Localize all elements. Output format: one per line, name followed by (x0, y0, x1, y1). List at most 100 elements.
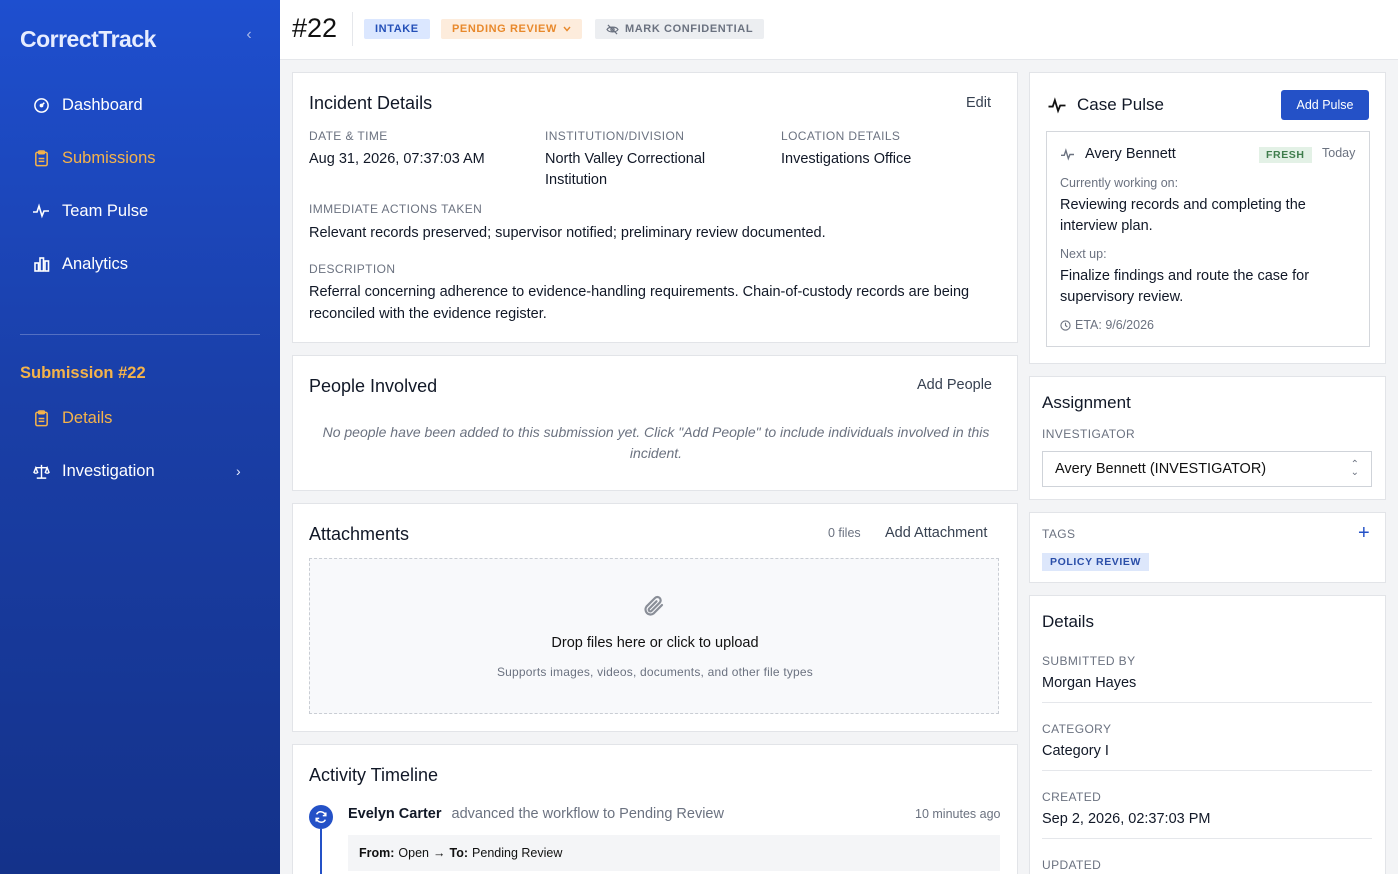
investigator-select[interactable]: Avery Bennett (INVESTIGATOR) ⌃ ⌄ (1042, 451, 1372, 487)
sidebar-item-label: Analytics (62, 254, 129, 273)
working-on-label: Currently working on: (1060, 176, 1179, 190)
immediate-actions-label: IMMEDIATE ACTIONS TAKEN (309, 202, 483, 216)
people-involved-title: People Involved (309, 376, 438, 396)
details-title: Details (1042, 612, 1094, 631)
file-drop-zone[interactable]: Drop files here or click to upload Suppo… (309, 558, 999, 714)
add-people-button[interactable]: Add People (917, 377, 992, 393)
clipboard-icon (32, 409, 50, 427)
sidebar-divider (20, 334, 260, 335)
header-divider (352, 12, 353, 46)
tag-chip[interactable]: POLICY REVIEW (1042, 553, 1150, 571)
description-value: Referral concerning adherence to evidenc… (309, 284, 970, 322)
location-value: Investigations Office (781, 151, 912, 167)
clock-icon (1060, 319, 1071, 331)
assignment-card: Assignment INVESTIGATOR Avery Bennett (I… (1029, 376, 1386, 500)
attachments-title: Attachments (309, 524, 410, 544)
drop-zone-subtitle: Supports images, videos, documents, and … (496, 665, 814, 679)
institution-value: North Valley Correctional Institution (545, 151, 706, 188)
created-value: Sep 2, 2026, 02:37:03 PM (1042, 811, 1211, 827)
paperclip-icon (640, 593, 668, 626)
sidebar-item-label: Details (62, 408, 113, 427)
refresh-icon (309, 805, 333, 829)
sidebar-item-submissions[interactable]: Submissions (32, 145, 156, 171)
sidebar-section-title: Submission #22 (20, 364, 146, 382)
sidebar-item-team-pulse[interactable]: Team Pulse (32, 198, 148, 224)
add-pulse-button[interactable]: Add Pulse (1281, 90, 1369, 120)
status-dropdown-pending-review[interactable]: PENDING REVIEW (441, 19, 582, 39)
freshness-badge: FRESH (1259, 147, 1312, 163)
pulse-entry: Avery Bennett FRESH Today Currently work… (1046, 131, 1370, 347)
divider (1042, 838, 1372, 839)
timeline-transition-detail: From: Open → To: Pending Review (348, 835, 1000, 871)
sidebar-item-label: Investigation (62, 461, 155, 480)
sidebar-item-details[interactable]: Details (32, 405, 112, 431)
pulse-author: Avery Bennett (1085, 146, 1176, 162)
timeline-action: advanced the workflow to Pending Review (451, 806, 724, 822)
divider (1042, 702, 1372, 703)
sidebar-item-analytics[interactable]: Analytics (32, 251, 128, 277)
case-pulse-card: Case Pulse Add Pulse Avery Bennett FRESH… (1029, 72, 1386, 364)
working-on-value: Reviewing records and completing the int… (1060, 197, 1306, 234)
sidebar-item-dashboard[interactable]: Dashboard (32, 92, 143, 118)
chevron-right-icon[interactable]: › (236, 463, 241, 479)
attachments-count: 0 files (828, 526, 861, 540)
from-label: From: (359, 846, 395, 860)
gauge-icon (32, 96, 50, 114)
incident-details-card: Incident Details Edit DATE & TIME Aug 31… (292, 72, 1018, 343)
sidebar-item-label: Dashboard (62, 95, 143, 114)
activity-timeline-title: Activity Timeline (309, 765, 439, 785)
people-involved-card: People Involved Add People No people hav… (292, 355, 1018, 491)
brand-logo[interactable]: CorrectTrack (20, 26, 156, 53)
status-badge-intake: INTAKE (364, 19, 430, 39)
tags-card: TAGS + POLICY REVIEW (1029, 512, 1386, 583)
mark-confidential-label: MARK CONFIDENTIAL (625, 23, 754, 35)
attachments-card: Attachments 0 files Add Attachment Drop … (292, 503, 1018, 732)
eye-off-icon (606, 23, 619, 35)
page-header: #22 INTAKE PENDING REVIEW MARK CONFIDENT… (280, 0, 1398, 60)
add-attachment-button[interactable]: Add Attachment (885, 525, 987, 541)
tags-label: TAGS (1042, 527, 1076, 541)
institution-label: INSTITUTION/DIVISION (545, 129, 685, 143)
edit-incident-link[interactable]: Edit (966, 95, 991, 111)
timeline-actor: Evelyn Carter (348, 806, 442, 822)
case-number: #22 (292, 13, 338, 43)
pulse-date: Today (1322, 146, 1356, 160)
mark-confidential-button[interactable]: MARK CONFIDENTIAL (595, 19, 765, 39)
timeline-connector (320, 829, 322, 874)
sidebar-item-label: Team Pulse (62, 201, 149, 220)
status-dropdown-label: PENDING REVIEW (452, 23, 557, 35)
chevron-down-icon (563, 23, 571, 35)
sidebar-item-label: Submissions (62, 148, 156, 167)
category-value: Category I (1042, 743, 1109, 759)
next-up-value: Finalize findings and route the case for… (1060, 268, 1310, 305)
collapse-sidebar-icon[interactable]: ‹ (242, 26, 256, 44)
activity-timeline-card: Activity Timeline Evelyn Carter advanced… (292, 744, 1018, 874)
submitted-by-label: SUBMITTED BY (1042, 654, 1136, 668)
immediate-actions-value: Relevant records preserved; supervisor n… (309, 225, 826, 241)
arrow-right-icon: → (433, 846, 446, 860)
sidebar-item-investigation[interactable]: Investigation (32, 458, 155, 484)
case-pulse-title: Case Pulse (1077, 95, 1164, 114)
details-card: Details SUBMITTED BY Morgan Hayes CATEGO… (1029, 595, 1386, 874)
scale-icon (32, 462, 50, 480)
created-label: CREATED (1042, 790, 1102, 804)
category-label: CATEGORY (1042, 722, 1112, 736)
incident-details-title: Incident Details (309, 93, 433, 113)
investigator-label: INVESTIGATOR (1042, 427, 1136, 441)
to-value: Pending Review (472, 846, 563, 860)
sidebar: CorrectTrack ‹ Dashboard Submissions Tea… (0, 0, 280, 874)
pulse-icon (32, 202, 50, 220)
bar-chart-icon (32, 255, 50, 273)
date-time-label: DATE & TIME (309, 129, 388, 143)
updown-chevron-icon: ⌃ ⌄ (1350, 459, 1359, 478)
from-value: Open (398, 846, 430, 860)
date-time-value: Aug 31, 2026, 07:37:03 AM (309, 151, 485, 167)
assignment-title: Assignment (1042, 393, 1131, 412)
location-label: LOCATION DETAILS (781, 129, 901, 143)
next-up-label: Next up: (1060, 247, 1107, 261)
divider (1042, 770, 1372, 771)
add-tag-button[interactable]: + (1358, 522, 1370, 545)
people-empty-state: No people have been added to this submis… (322, 424, 990, 461)
timeline-time: 10 minutes ago (915, 807, 1001, 821)
submitted-by-value: Morgan Hayes (1042, 675, 1137, 691)
